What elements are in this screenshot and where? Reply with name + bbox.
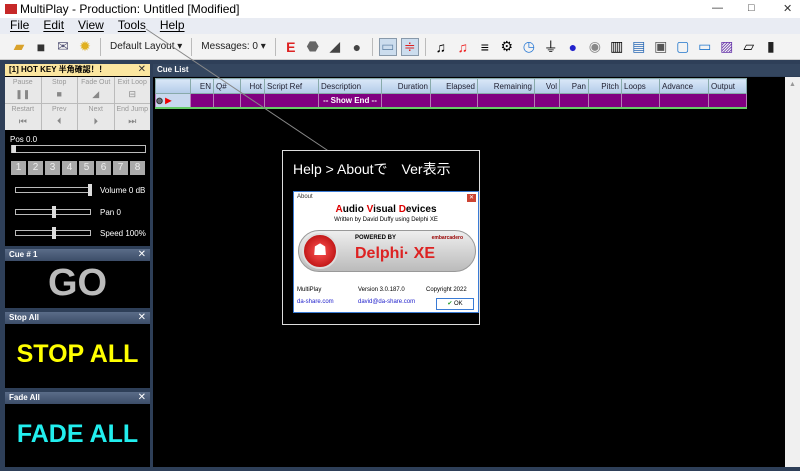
about-dialog: About ✕ Audio Visual Devices Written by …: [293, 191, 479, 313]
delphi-banner: ☗ POWERED BY embarcadero Delphi· XE: [298, 230, 476, 272]
heading-part: evices: [405, 204, 437, 215]
about-email-link[interactable]: david@da-share.com: [358, 299, 415, 305]
about-close-button[interactable]: ✕: [467, 194, 476, 202]
about-title: About: [297, 194, 313, 200]
ok-label: OK: [454, 301, 463, 307]
embarcadero-logo: embarcadero: [431, 235, 463, 241]
annotation-text: Help > Aboutで Ver表示: [293, 161, 451, 177]
heading-part: udio: [342, 204, 367, 215]
about-copyright: Copyright 2022: [426, 287, 467, 293]
heading-letter: D: [398, 204, 406, 215]
delphi-logo-icon: ☗: [302, 233, 338, 269]
powered-by: POWERED BY: [355, 235, 397, 241]
about-ok-button[interactable]: ✔ OK: [436, 298, 474, 310]
about-heading: Audio Visual Devices: [294, 204, 478, 215]
about-website-link[interactable]: da-share.com: [297, 299, 334, 305]
annotation-box: Help > Aboutで Ver表示 About ✕ Audio Visual…: [282, 150, 480, 325]
heading-letter: A: [335, 204, 343, 215]
about-app-name: MultiPlay: [297, 287, 322, 293]
about-written-by: Written by David Duffy using Delphi XE: [334, 217, 438, 223]
heading-part: isual: [373, 204, 399, 215]
check-icon: ✔: [447, 301, 453, 307]
about-version: Version 3.0.187.0: [358, 287, 405, 293]
delphi-xe-text: Delphi· XE: [355, 245, 436, 262]
